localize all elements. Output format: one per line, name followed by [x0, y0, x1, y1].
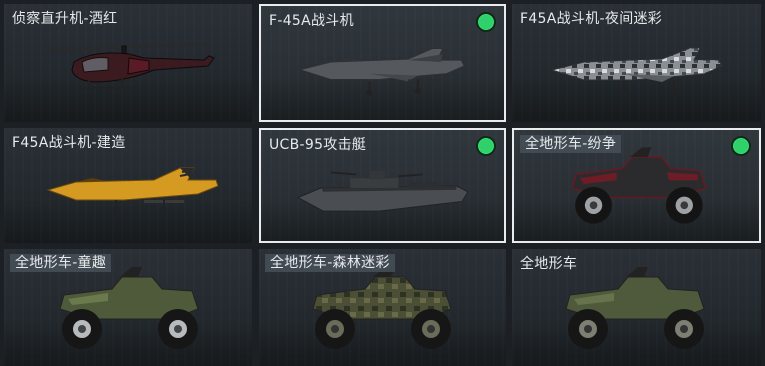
equipped-check-icon: [476, 136, 496, 156]
equipped-check-icon: [476, 12, 496, 32]
vehicle-skin-grid: 侦察直升机-酒红 F-45A战斗机 F45A战斗机-夜间迷彩 F45A战斗机-建…: [0, 0, 765, 366]
vehicle-card-ucb95-attack-boat[interactable]: UCB-95攻击艇: [259, 128, 506, 243]
vehicle-card-f45a-construction[interactable]: F45A战斗机-建造: [4, 128, 252, 243]
vehicle-name: F45A战斗机-夜间迷彩: [520, 11, 663, 27]
vehicle-card-atv-discord[interactable]: 全地形车-纷争: [512, 128, 761, 243]
equipped-check-icon: [731, 136, 751, 156]
vehicle-card-atv-playful[interactable]: 全地形车-童趣: [4, 249, 252, 366]
vehicle-name: 侦察直升机-酒红: [12, 11, 118, 27]
vehicle-name: UCB-95攻击艇: [269, 137, 367, 153]
vehicle-name: F45A战斗机-建造: [12, 135, 126, 151]
vehicle-name: 全地形车-森林迷彩: [265, 254, 395, 272]
vehicle-card-f45a-night-camo[interactable]: F45A战斗机-夜间迷彩: [512, 4, 761, 122]
vehicle-name: 全地形车-童趣: [10, 254, 112, 272]
vehicle-card-atv-forest-camo[interactable]: 全地形车-森林迷彩: [259, 249, 506, 366]
vehicle-card-f45a-fighter[interactable]: F-45A战斗机: [259, 4, 506, 122]
vehicle-name: 全地形车: [520, 256, 578, 272]
vehicle-name: F-45A战斗机: [269, 13, 354, 29]
vehicle-card-recon-helicopter-crimson[interactable]: 侦察直升机-酒红: [4, 4, 252, 122]
vehicle-card-atv[interactable]: 全地形车: [512, 249, 761, 366]
vehicle-name: 全地形车-纷争: [520, 135, 622, 153]
